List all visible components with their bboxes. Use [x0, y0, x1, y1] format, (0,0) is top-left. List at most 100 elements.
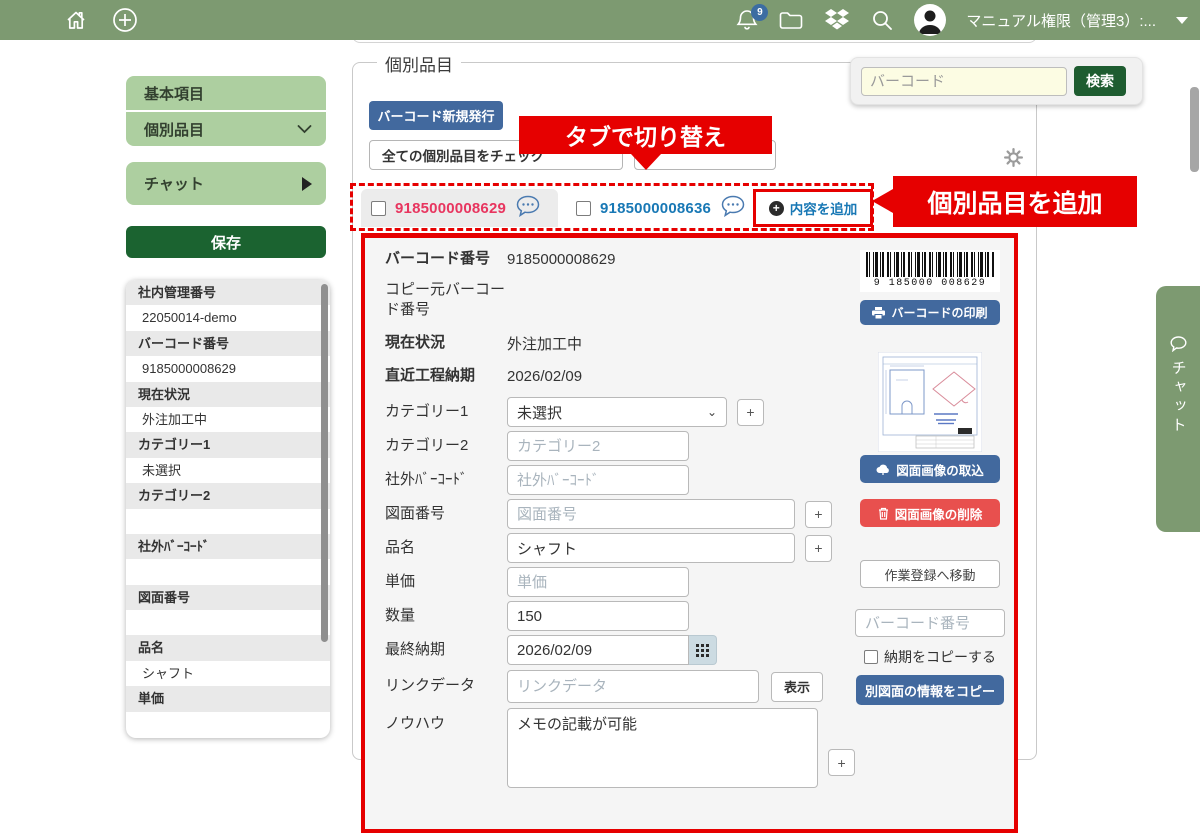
quantity-input[interactable]	[507, 601, 689, 631]
next-process-due-value: 2026/02/09	[507, 368, 582, 385]
field-label: 数量	[385, 606, 507, 626]
copy-due-date-option[interactable]: 納期をコピーする	[864, 647, 996, 667]
sidebar-item-chat[interactable]: チャット	[126, 162, 326, 205]
field-label: ノウハウ	[385, 714, 507, 734]
folder-icon[interactable]	[778, 9, 804, 31]
tab-checkbox[interactable]	[371, 201, 386, 216]
page-scrollbar[interactable]	[1190, 87, 1199, 172]
sidebar-item-label: 基本項目	[144, 83, 204, 104]
copy-due-date-label: 納期をコピーする	[884, 647, 996, 667]
field-label: カテゴリー2	[385, 436, 507, 456]
item-name-input[interactable]	[507, 533, 795, 563]
chat-side-tab[interactable]: チャット	[1156, 286, 1200, 532]
new-barcode-button[interactable]: バーコード新規発行	[369, 101, 503, 130]
move-to-work-registration-button[interactable]: 作業登録へ移動	[860, 560, 1000, 588]
barcode-digits: 9 185000 008629	[866, 277, 994, 290]
menu-icon[interactable]	[16, 11, 40, 29]
summary-value: 未選択	[126, 458, 330, 483]
show-link-button[interactable]: 表示	[771, 672, 823, 702]
add-content-label: 内容を追加	[790, 198, 858, 218]
add-item-callout-text: 個別品目を追加	[927, 184, 1102, 220]
summary-value: 外注加工中	[126, 407, 330, 432]
home-icon[interactable]	[64, 8, 88, 32]
individual-items-section: 個別品目 バーコード新規発行 全ての個別品目をチェック 918500000862…	[352, 62, 1037, 760]
summary-label: 社外ﾊﾞｰｺｰﾄﾞ	[126, 534, 330, 559]
category1-selected-value: 未選択	[517, 402, 562, 423]
category1-add-button[interactable]: +	[737, 399, 764, 426]
add-content-link[interactable]: + 内容を追加	[753, 189, 873, 227]
section-legend: 個別品目	[377, 51, 461, 76]
summary-label: 品名	[126, 635, 330, 660]
gear-icon[interactable]	[1004, 148, 1023, 172]
cloud-upload-icon	[876, 463, 890, 475]
drawing-thumbnail[interactable]	[878, 352, 982, 452]
summary-label: 現在状況	[126, 382, 330, 407]
tab-switch-callout-text: タブで切り替え	[565, 118, 726, 152]
drawing-number-add-button[interactable]: +	[805, 501, 832, 528]
sidebar-nav: 基本項目 個別品目	[126, 76, 326, 146]
tab-item-9185000008629[interactable]: 9185000008629	[361, 189, 558, 227]
category2-input[interactable]	[507, 431, 689, 461]
tab-barcode-number[interactable]: 9185000008636	[600, 200, 711, 217]
field-label: 単価	[385, 572, 507, 592]
current-status-value: 外注加工中	[507, 333, 582, 354]
avatar[interactable]	[914, 4, 946, 36]
chevron-down-icon	[297, 122, 312, 137]
sidebar-item-label: 個別品目	[144, 119, 204, 140]
field-label: 品名	[385, 538, 507, 558]
category1-select[interactable]: 未選択 ⌄	[507, 397, 727, 427]
calendar-icon[interactable]	[689, 635, 717, 665]
import-drawing-button[interactable]: 図面画像の取込	[860, 455, 1000, 483]
callout-arrow-down	[631, 154, 661, 170]
chat-tab-label: チャット	[1168, 360, 1189, 436]
item-detail-form: バーコード番号 9185000008629 コピー元バーコード番号 現在状況 外…	[361, 233, 1018, 833]
user-menu-caret-icon[interactable]	[1176, 17, 1188, 24]
tab-checkbox[interactable]	[576, 201, 591, 216]
sidebar-item-individual[interactable]: 個別品目	[126, 110, 326, 146]
summary-value: 9185000008629	[126, 356, 330, 381]
external-barcode-input[interactable]	[507, 465, 689, 495]
barcode-search-input[interactable]	[861, 67, 1067, 96]
knowhow-add-button[interactable]: +	[828, 749, 855, 776]
barcode-bars	[866, 252, 994, 277]
link-data-textarea[interactable]	[507, 670, 759, 703]
summary-label: バーコード番号	[126, 331, 330, 356]
user-permission-label[interactable]: マニュアル権限（管理3）:...	[966, 10, 1156, 31]
copy-due-date-checkbox[interactable]	[864, 650, 878, 664]
search-button[interactable]: 検索	[1074, 66, 1126, 96]
unit-price-input[interactable]	[507, 567, 689, 597]
arrow-right-icon	[302, 177, 312, 191]
delete-drawing-button[interactable]: 図面画像の削除	[860, 499, 1000, 527]
panel-scrollbar[interactable]	[321, 284, 328, 642]
summary-value	[126, 509, 330, 534]
field-label: リンクデータ	[385, 676, 507, 696]
field-label: コピー元バーコード番号	[385, 280, 507, 321]
dropbox-icon[interactable]	[824, 8, 850, 32]
field-label: 直近工程納期	[385, 366, 507, 386]
chat-bubble-icon[interactable]	[516, 195, 540, 222]
final-due-date-input[interactable]	[507, 635, 689, 665]
summary-label: 単価	[126, 686, 330, 711]
barcode-number-value: 9185000008629	[507, 251, 615, 268]
print-barcode-button[interactable]: バーコードの印刷	[860, 300, 1000, 325]
item-name-add-button[interactable]: +	[805, 535, 832, 562]
chat-bubble-icon[interactable]	[721, 195, 745, 222]
save-button[interactable]: 保存	[126, 226, 326, 258]
copy-other-drawing-info-button[interactable]: 別図面の情報をコピー	[856, 675, 1004, 705]
summary-label: カテゴリー1	[126, 432, 330, 457]
tab-item-9185000008636[interactable]: 9185000008636	[566, 189, 754, 227]
plus-circle-icon[interactable]	[112, 7, 138, 33]
sidebar-item-basic[interactable]: 基本項目	[126, 76, 326, 110]
drawing-number-input[interactable]	[507, 499, 795, 529]
copy-barcode-number-input[interactable]	[855, 609, 1005, 637]
notifications-bell-icon[interactable]: 9	[736, 8, 758, 32]
summary-value	[126, 610, 330, 635]
callout-arrow-left	[872, 189, 893, 213]
field-label: カテゴリー1	[385, 402, 507, 422]
tab-barcode-number[interactable]: 9185000008629	[395, 200, 506, 217]
search-icon[interactable]	[870, 8, 894, 32]
knowhow-textarea[interactable]: メモの記載が可能	[507, 708, 818, 788]
field-label: 図面番号	[385, 504, 507, 524]
field-label: 最終納期	[385, 640, 507, 660]
summary-label: カテゴリー2	[126, 483, 330, 508]
